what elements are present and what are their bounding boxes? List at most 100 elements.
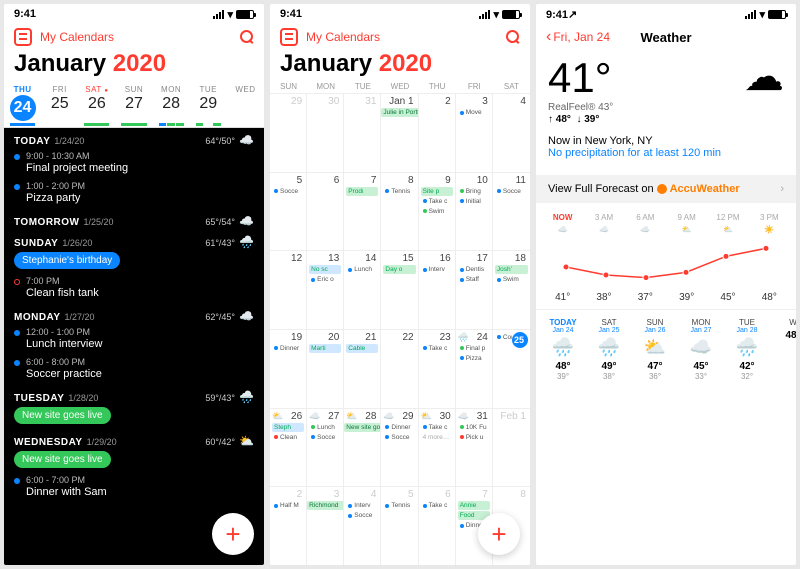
- search-icon[interactable]: [240, 30, 254, 44]
- agenda-event[interactable]: New site goes live: [14, 451, 111, 468]
- month-cell[interactable]: 2Half M: [270, 486, 307, 565]
- month-cell[interactable]: 22: [381, 329, 418, 408]
- month-event[interactable]: Interv: [421, 265, 453, 274]
- month-cell[interactable]: 3Move: [456, 93, 493, 172]
- month-cell[interactable]: 18Josh'Swim: [493, 250, 530, 329]
- month-event[interactable]: No sc: [309, 265, 341, 274]
- month-event[interactable]: Pick u: [458, 433, 490, 442]
- month-event[interactable]: Dinner: [383, 423, 415, 432]
- month-cell[interactable]: Jan 1Julie in Portland: [381, 93, 418, 172]
- month-cell[interactable]: 14Lunch: [344, 250, 381, 329]
- month-cell[interactable]: 9Site pTake cSwim: [419, 172, 456, 251]
- month-event[interactable]: Josh': [495, 265, 528, 274]
- month-cell[interactable]: 16Interv: [419, 250, 456, 329]
- month-cell[interactable]: 🌧️24Final pPizza: [456, 329, 493, 408]
- month-event[interactable]: Pizza: [458, 354, 490, 363]
- daily-cell[interactable]: SUNJan 26⛅47°36°: [632, 318, 678, 381]
- month-event[interactable]: Initial: [458, 197, 490, 206]
- week-day[interactable]: SUN27: [115, 82, 152, 127]
- agenda-event[interactable]: 7:00 PMClean fish tank: [14, 272, 254, 302]
- month-title[interactable]: January 2020: [270, 48, 530, 82]
- agenda-list[interactable]: TODAY1/24/2064°/50°☁️9:00 - 10:30 AMFina…: [4, 128, 264, 565]
- agenda-event[interactable]: 6:00 - 7:00 PMDinner with Sam: [14, 471, 254, 501]
- month-cell[interactable]: 6Take c: [419, 486, 456, 565]
- month-cell[interactable]: 15Day o: [381, 250, 418, 329]
- month-event[interactable]: Clean: [272, 433, 304, 442]
- month-cell[interactable]: ☁️29DinnerSocce: [381, 408, 418, 487]
- month-cell[interactable]: Feb 1: [493, 408, 530, 487]
- month-cell[interactable]: 23Take c: [419, 329, 456, 408]
- precip-link[interactable]: No precipitation for at least 120 min: [548, 147, 784, 159]
- month-event[interactable]: Staff: [458, 275, 490, 284]
- month-event[interactable]: Interv: [346, 501, 378, 510]
- month-cell[interactable]: 12: [270, 250, 307, 329]
- month-event[interactable]: Move: [458, 108, 490, 117]
- month-event[interactable]: 10K Fu: [458, 423, 490, 432]
- search-icon[interactable]: [506, 30, 520, 44]
- daily-cell[interactable]: MONJan 27☁️45°33°: [678, 318, 724, 381]
- month-cell[interactable]: 25Conce: [493, 329, 530, 408]
- daily-cell[interactable]: W48°: [770, 318, 796, 381]
- month-cell[interactable]: ☁️27LunchSocce: [307, 408, 344, 487]
- month-event[interactable]: Bring: [458, 187, 490, 196]
- month-event[interactable]: Day o: [383, 265, 415, 274]
- calendars-title[interactable]: My Calendars: [40, 30, 240, 44]
- month-cell[interactable]: 21Cable: [344, 329, 381, 408]
- agenda-event[interactable]: New site goes live: [14, 407, 111, 424]
- daily-cell[interactable]: TODAYJan 24🌧️48°39°: [540, 318, 586, 381]
- month-event[interactable]: Cable: [346, 344, 378, 353]
- month-event[interactable]: Take c: [421, 344, 453, 353]
- month-cell[interactable]: 11Socce: [493, 172, 530, 251]
- month-cell[interactable]: 29: [270, 93, 307, 172]
- add-event-button[interactable]: +: [212, 513, 254, 555]
- month-cell[interactable]: 20Marti: [307, 329, 344, 408]
- daily-forecast[interactable]: TODAYJan 24🌧️48°39°SATJan 25🌧️49°38°SUNJ…: [536, 310, 796, 389]
- agenda-event[interactable]: 12:00 - 1:00 PMLunch interview: [14, 323, 254, 353]
- month-cell[interactable]: 7Prodι: [344, 172, 381, 251]
- month-event[interactable]: Dinner: [272, 344, 304, 353]
- month-event[interactable]: Swim: [495, 275, 528, 284]
- month-cell[interactable]: ☁️3110K FuPick u: [456, 408, 493, 487]
- add-event-button[interactable]: +: [478, 513, 520, 555]
- week-day[interactable]: WED: [227, 82, 264, 127]
- month-cell[interactable]: 10BringInitial: [456, 172, 493, 251]
- week-day[interactable]: TUE29: [190, 82, 227, 127]
- month-event[interactable]: Socce: [383, 433, 415, 442]
- month-cell[interactable]: 4IntervSocce: [344, 486, 381, 565]
- month-event[interactable]: Final p: [458, 344, 490, 353]
- calendars-title[interactable]: My Calendars: [306, 30, 506, 44]
- week-day[interactable]: MON28: [153, 82, 190, 127]
- month-event[interactable]: Annie: [458, 501, 490, 510]
- agenda-event[interactable]: 9:00 - 10:30 AMFinal project meeting: [14, 147, 254, 177]
- month-cell[interactable]: 5Tennis: [381, 486, 418, 565]
- week-strip[interactable]: THU24FRI25SAT ●26SUN27MON28TUE29WED: [4, 82, 264, 128]
- week-day[interactable]: THU24: [4, 82, 41, 127]
- agenda-event[interactable]: 1:00 - 2:00 PMPizza party: [14, 177, 254, 207]
- month-grid[interactable]: 293031Jan 1Julie in Portland23Move45Socc…: [270, 93, 530, 565]
- month-event[interactable]: New site goes live: [344, 423, 381, 432]
- month-event[interactable]: Eric o: [309, 275, 341, 284]
- month-cell[interactable]: ⛅26StephClean: [270, 408, 307, 487]
- month-event[interactable]: Take c: [421, 197, 453, 206]
- month-cell[interactable]: 31: [344, 93, 381, 172]
- month-cell[interactable]: 5Socce: [270, 172, 307, 251]
- month-cell[interactable]: 2: [419, 93, 456, 172]
- week-day[interactable]: FRI25: [41, 82, 78, 127]
- month-event[interactable]: Lunch: [346, 265, 378, 274]
- month-event[interactable]: Socce: [309, 433, 341, 442]
- agenda-event[interactable]: Stephanie's birthday: [14, 252, 120, 269]
- accuweather-link[interactable]: View Full Forecast on AccuWeather ›: [536, 175, 796, 203]
- month-cell[interactable]: ⛅28New site goes live: [344, 408, 381, 487]
- month-event[interactable]: Socce: [495, 187, 528, 196]
- month-event[interactable]: Julie in Portland: [381, 108, 418, 117]
- month-event[interactable]: Marti: [309, 344, 341, 353]
- month-event[interactable]: Swim: [421, 207, 453, 216]
- month-cell[interactable]: 17DentisStaff: [456, 250, 493, 329]
- month-cell[interactable]: 19Dinner: [270, 329, 307, 408]
- month-event[interactable]: Socce: [346, 511, 378, 520]
- week-day[interactable]: SAT ●26: [78, 82, 115, 127]
- month-cell[interactable]: 4: [493, 93, 530, 172]
- month-event[interactable]: Take c: [421, 501, 453, 510]
- month-cell[interactable]: 6: [307, 172, 344, 251]
- month-event[interactable]: Tennis: [383, 187, 415, 196]
